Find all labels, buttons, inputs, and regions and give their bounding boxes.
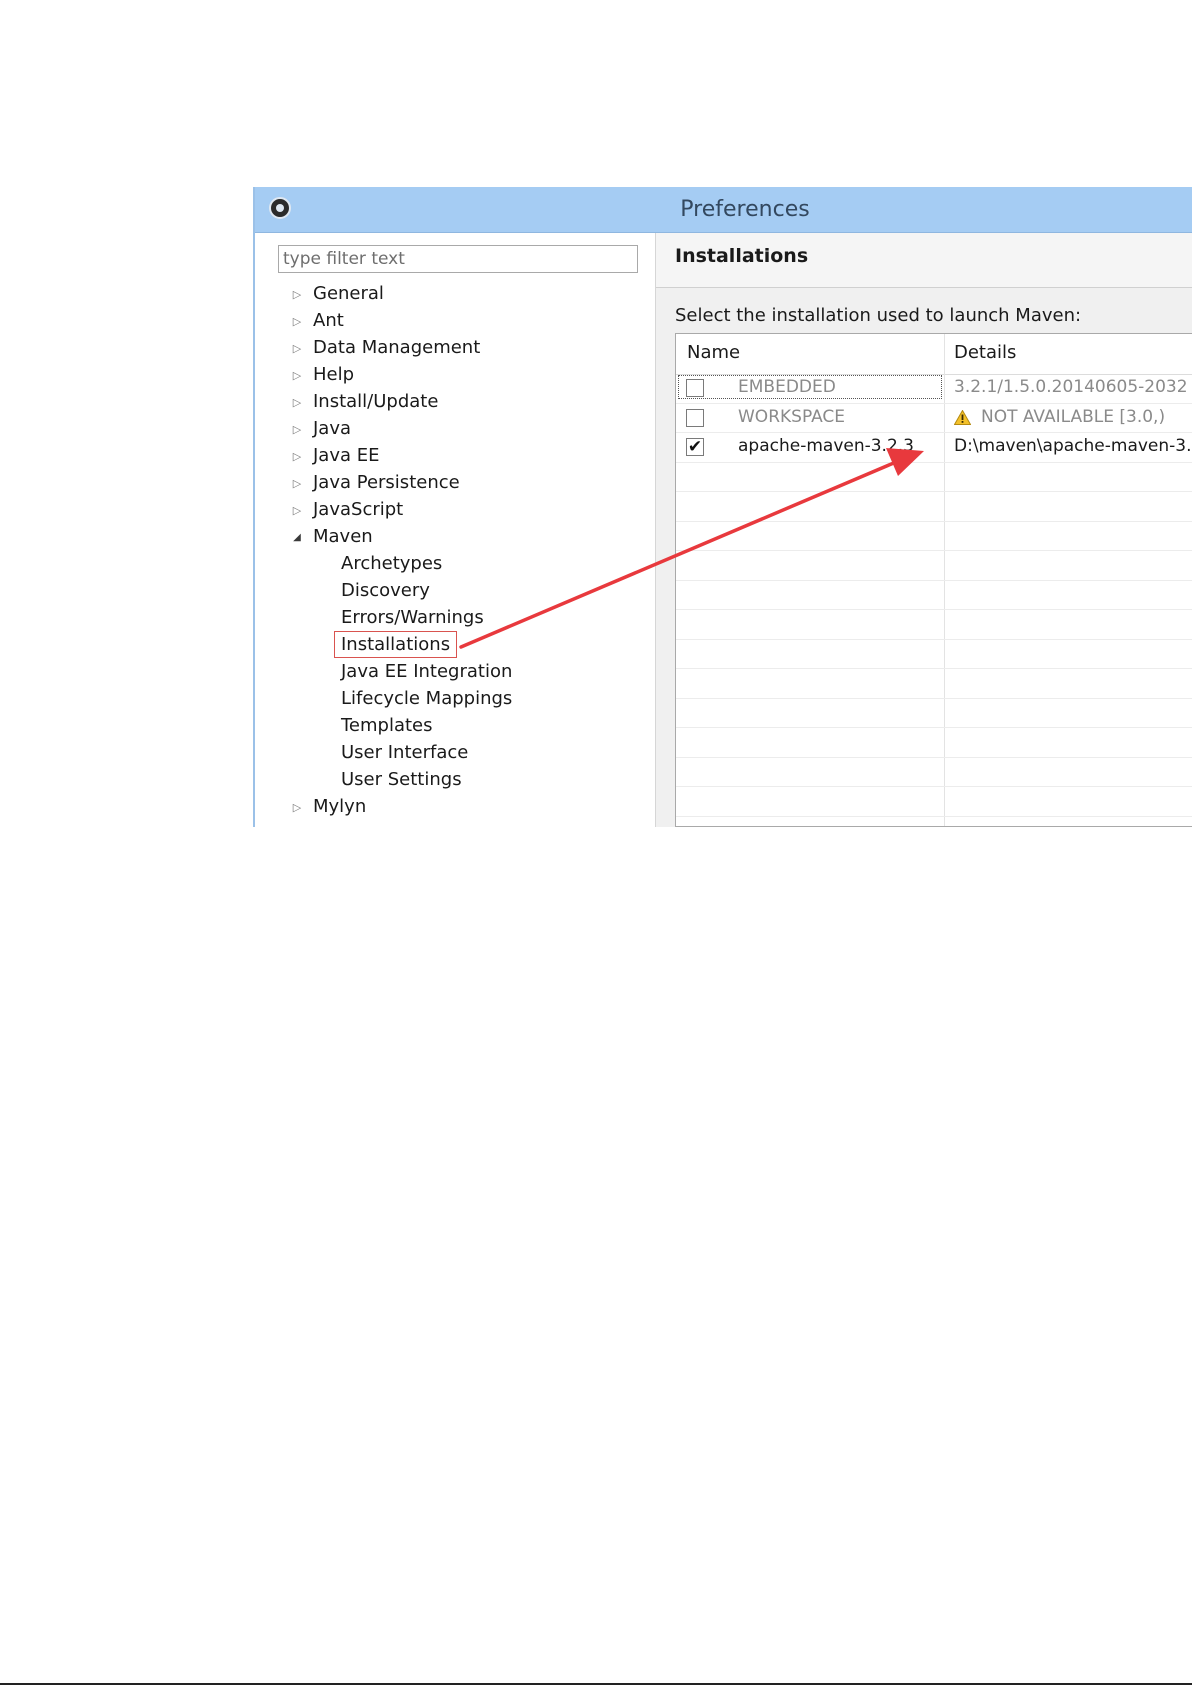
tree-item-templates[interactable]: Templates [255, 712, 655, 739]
preferences-window: Preferences ▷General ▷Ant ▷Data Manageme… [253, 187, 1192, 827]
installation-name: EMBEDDED [738, 377, 836, 397]
tree-item-lifecycle-mappings[interactable]: Lifecycle Mappings [255, 685, 655, 712]
warning-icon [954, 409, 971, 425]
triangle-right-icon[interactable]: ▷ [291, 442, 303, 471]
table-row [676, 551, 1192, 581]
tree-item-user-settings[interactable]: User Settings [255, 766, 655, 793]
tree-item-general[interactable]: ▷ General [255, 280, 655, 307]
tree-item-ant[interactable]: ▷ Ant [255, 307, 655, 334]
table-row[interactable]: WORKSPACE NOT AVAILABLE [3.0,) [676, 404, 1192, 433]
table-row [676, 610, 1192, 640]
triangle-right-icon[interactable]: ▷ [291, 280, 303, 309]
installation-details: NOT AVAILABLE [3.0,) [981, 406, 1166, 427]
installation-name: WORKSPACE [738, 406, 846, 427]
tree-item-java-ee-integration[interactable]: Java EE Integration [255, 658, 655, 685]
installations-table: Name Details EMBEDDED 3.2.1/1.5.0.201406… [675, 333, 1192, 827]
preference-page: Installations Select the installation us… [656, 233, 1192, 827]
tree-item-archetypes[interactable]: Archetypes [255, 550, 655, 577]
tree-item-installations[interactable]: Installations [255, 631, 655, 658]
eclipse-gear-icon [269, 197, 291, 219]
window-title: Preferences [680, 197, 810, 222]
table-row [676, 758, 1192, 787]
title-bar[interactable]: Preferences [255, 187, 1192, 233]
page-header: Installations [656, 233, 1192, 288]
table-row [676, 669, 1192, 699]
table-row [676, 492, 1192, 522]
table-row[interactable]: ✔ apache-maven-3.2.3 D:\maven\apache-mav… [676, 433, 1192, 463]
row-checkbox[interactable] [686, 379, 704, 397]
table-header: Name Details [676, 334, 1192, 375]
installation-name: apache-maven-3.2.3 [738, 436, 915, 456]
table-row [676, 463, 1192, 492]
tree-item-java[interactable]: ▷ Java [255, 415, 655, 442]
tree-item-java-ee[interactable]: ▷ Java EE [255, 442, 655, 469]
check-icon[interactable]: ✔ [686, 438, 704, 456]
triangle-right-icon[interactable]: ▷ [291, 307, 303, 336]
column-header-name[interactable]: Name [687, 342, 740, 363]
page-title: Installations [675, 245, 809, 267]
tree-item-install-update[interactable]: ▷ Install/Update [255, 388, 655, 415]
triangle-right-icon[interactable]: ▷ [291, 415, 303, 444]
table-row [676, 817, 1192, 827]
triangle-right-icon[interactable]: ▷ [291, 469, 303, 498]
tree-item-javascript[interactable]: ▷ JavaScript [255, 496, 655, 523]
tree-item-help[interactable]: ▷ Help [255, 361, 655, 388]
tree-item-java-persistence[interactable]: ▷ Java Persistence [255, 469, 655, 496]
tree-item-maven[interactable]: ◢ Maven [255, 523, 655, 550]
tree-item-user-interface[interactable]: User Interface [255, 739, 655, 766]
triangle-down-icon[interactable]: ◢ [291, 523, 303, 552]
table-body: EMBEDDED 3.2.1/1.5.0.20140605-2032 WORKS… [676, 374, 1192, 826]
tree-item-mylyn[interactable]: ▷ Mylyn [255, 793, 655, 820]
table-row [676, 787, 1192, 817]
column-header-details[interactable]: Details [954, 342, 1016, 363]
table-row [676, 581, 1192, 610]
triangle-right-icon[interactable]: ▷ [291, 388, 303, 417]
triangle-right-icon[interactable]: ▷ [291, 496, 303, 525]
triangle-right-icon[interactable]: ▷ [291, 334, 303, 363]
preferences-tree: ▷ General ▷ Ant ▷ Data Management ▷ Help ▷ In… [255, 280, 655, 820]
installation-details: 3.2.1/1.5.0.20140605-2032 [954, 377, 1188, 397]
tree-item-discovery[interactable]: Discovery [255, 577, 655, 604]
instruction-text: Select the installation used to launch M… [675, 305, 1082, 326]
triangle-right-icon[interactable]: ▷ [291, 361, 303, 390]
selection-highlight: Installations [334, 631, 458, 658]
row-checkbox[interactable] [686, 408, 704, 427]
triangle-right-icon[interactable]: ▷ [291, 793, 303, 822]
installation-details: D:\maven\apache-maven-3. [954, 436, 1192, 456]
table-row [676, 522, 1192, 551]
table-row [676, 640, 1192, 669]
tree-item-data-management[interactable]: ▷ Data Management [255, 334, 655, 361]
filter-input[interactable] [278, 245, 638, 273]
table-row[interactable]: EMBEDDED 3.2.1/1.5.0.20140605-2032 [676, 374, 1192, 404]
tree-item-errors-warnings[interactable]: Errors/Warnings [255, 604, 655, 631]
preferences-tree-pane: ▷General ▷Ant ▷Data Management ▷Help ▷In… [255, 233, 656, 827]
table-row [676, 699, 1192, 728]
table-row [676, 728, 1192, 758]
